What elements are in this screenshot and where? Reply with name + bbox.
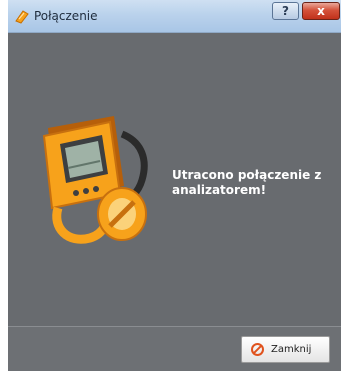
connection-lost-message: Utracono połączenie z analizatorem! [172,168,322,197]
title-bar[interactable]: Połączenie ? x [8,0,341,33]
close-dialog-button[interactable]: Zamknij [241,336,330,363]
window-title: Połączenie [34,9,98,23]
close-icon: x [317,4,325,18]
window-close-button[interactable]: x [302,2,340,20]
close-dialog-label: Zamknij [271,344,312,355]
dialog-footer: Zamknij [8,326,341,371]
help-button[interactable]: ? [272,2,299,20]
no-entry-icon [251,343,264,356]
app-logo-icon [15,10,29,24]
help-label: ? [282,4,289,18]
dialog-window: Połączenie ? x Utracono połączenie z ana… [8,0,341,371]
analyzer-device-icon [42,116,148,244]
